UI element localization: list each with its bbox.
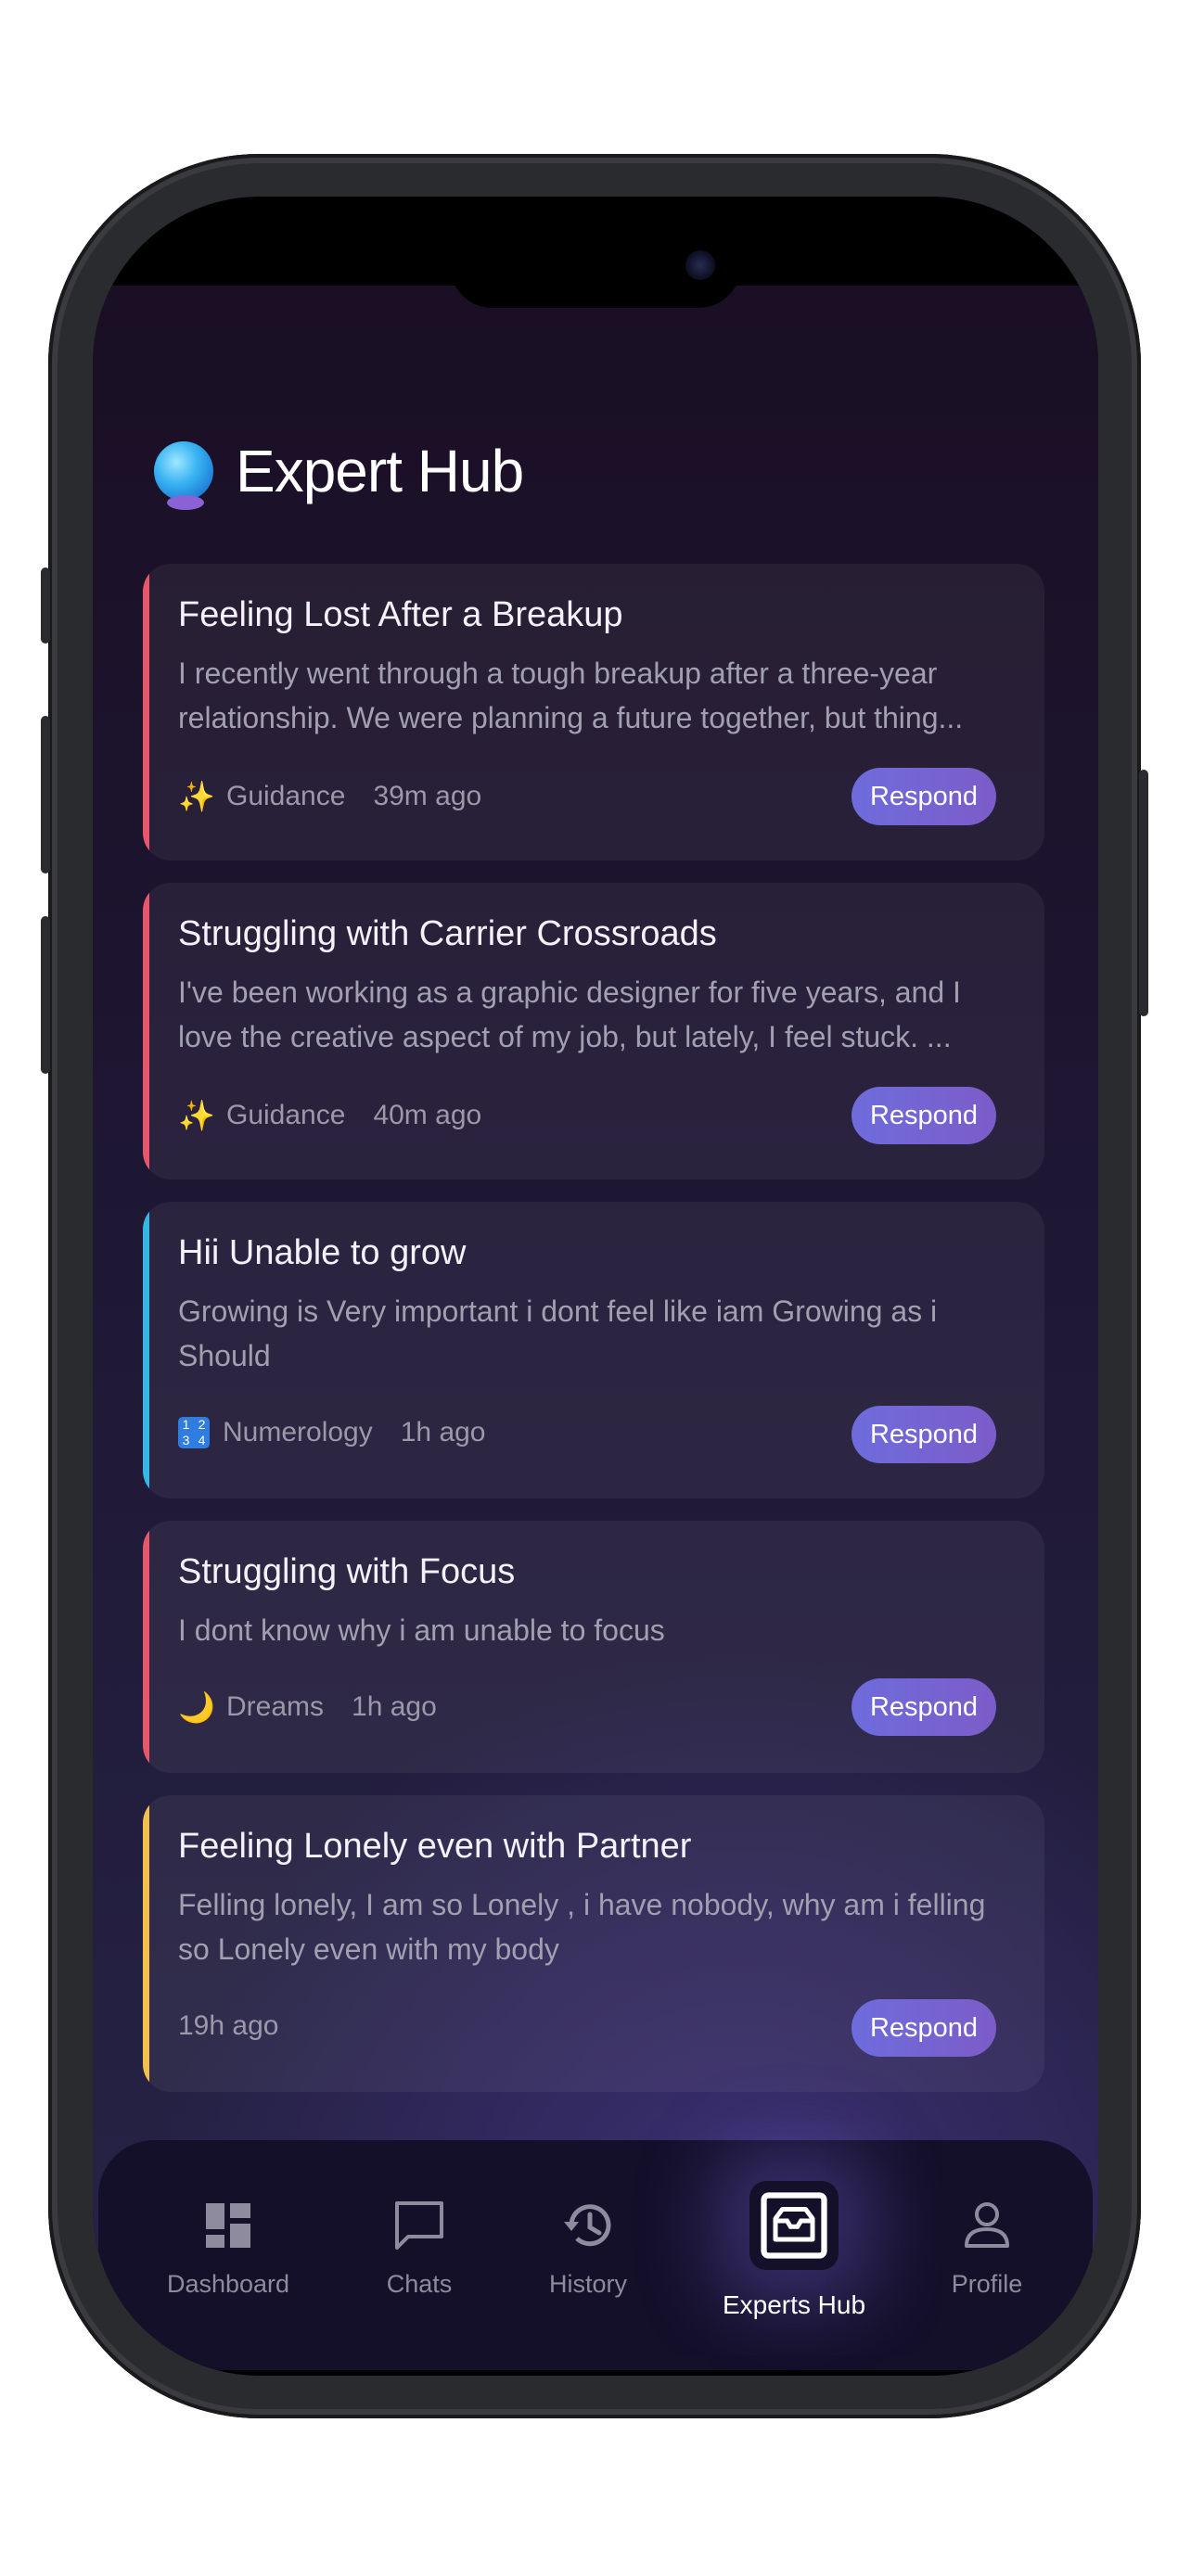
request-card[interactable]: Hii Unable to grow Growing is Very impor…: [143, 1202, 1044, 1498]
category-label: Dreams: [226, 1691, 325, 1722]
request-card[interactable]: Feeling Lonely even with Partner Felling…: [143, 1795, 1044, 2092]
card-meta: 1234 Numerology 1h ago: [178, 1417, 486, 1448]
card-title: Struggling with Focus: [178, 1552, 516, 1591]
card-body: Felling lonely, I am so Lonely , i have …: [178, 1888, 986, 1966]
respond-button[interactable]: Respond: [852, 1406, 996, 1463]
card-title: Struggling with Carrier Crossroads: [178, 914, 717, 953]
tab-chats[interactable]: Chats: [327, 2196, 512, 2299]
tab-label: Experts Hub: [722, 2290, 866, 2319]
volume-down-button: [41, 916, 50, 1074]
front-camera: [685, 250, 715, 280]
time-ago: 19h ago: [178, 2010, 279, 2041]
dashboard-icon: [206, 2203, 250, 2248]
volume-up-button: [41, 716, 50, 874]
expert-hub-screen: Expert Hub Feeling Lost After a Breakup …: [93, 286, 1098, 2370]
bottom-tab-bar: Dashboard Chats History Experts Hub Prof…: [98, 2140, 1093, 2370]
card-title: Feeling Lonely even with Partner: [178, 1827, 692, 1866]
tab-history[interactable]: History: [495, 2196, 681, 2299]
person-icon: [965, 2202, 1009, 2248]
card-meta: 19h ago: [178, 2010, 278, 2042]
respond-button[interactable]: Respond: [852, 768, 996, 825]
tab-label: Chats: [386, 2270, 453, 2298]
card-body: I recently went through a tough breakup …: [178, 657, 964, 734]
request-list[interactable]: Feeling Lost After a Breakup I recently …: [143, 564, 1044, 2140]
tab-dashboard[interactable]: Dashboard: [135, 2196, 321, 2299]
card-title: Feeling Lost After a Breakup: [178, 595, 623, 634]
category-label: Numerology: [223, 1417, 373, 1447]
tab-experts-hub[interactable]: Experts Hub: [701, 2192, 887, 2320]
request-card[interactable]: Struggling with Focus I dont know why i …: [143, 1521, 1044, 1773]
card-meta: ✨ Guidance 39m ago: [178, 779, 481, 814]
card-meta: ✨ Guidance 40m ago: [178, 1098, 481, 1133]
card-title: Hii Unable to grow: [178, 1233, 467, 1272]
tab-label: Profile: [951, 2270, 1023, 2298]
action-button: [41, 567, 50, 644]
card-meta: 🌙 Dreams 1h ago: [178, 1690, 437, 1725]
sparkles-icon: ✨: [178, 1099, 215, 1132]
tab-profile[interactable]: Profile: [894, 2196, 1080, 2299]
time-ago: 40m ago: [373, 1100, 482, 1130]
tab-label: History: [548, 2270, 627, 2298]
dynamic-island: [450, 223, 741, 308]
numbers-icon: 1234: [178, 1417, 210, 1448]
crystal-ball-icon: [154, 441, 213, 510]
respond-button[interactable]: Respond: [852, 1678, 996, 1736]
page-header: Expert Hub: [154, 434, 524, 510]
page-title: Expert Hub: [236, 438, 524, 504]
active-tab-glow: [749, 2181, 839, 2270]
inbox-icon: [761, 2192, 827, 2259]
card-body: Growing is Very important i dont feel li…: [178, 1294, 938, 1372]
respond-button[interactable]: Respond: [852, 1999, 996, 2057]
crescent-moon-icon: 🌙: [178, 1690, 215, 1724]
history-icon: [564, 2204, 611, 2247]
respond-button[interactable]: Respond: [852, 1087, 996, 1144]
tab-label: Dashboard: [166, 2270, 290, 2298]
category-label: Guidance: [226, 1100, 346, 1130]
power-button: [1139, 770, 1148, 1016]
category-label: Guidance: [226, 781, 346, 811]
sparkles-icon: ✨: [178, 780, 215, 813]
request-card[interactable]: Struggling with Carrier Crossroads I've …: [143, 883, 1044, 1180]
time-ago: 1h ago: [352, 1691, 437, 1722]
chat-bubble-icon: [395, 2201, 443, 2250]
request-card[interactable]: Feeling Lost After a Breakup I recently …: [143, 564, 1044, 861]
card-body: I've been working as a graphic designer …: [178, 976, 961, 1053]
time-ago: 39m ago: [373, 781, 482, 811]
card-body: I dont know why i am unable to focus: [178, 1613, 665, 1647]
phone-screen: Expert Hub Feeling Lost After a Breakup …: [93, 197, 1098, 2376]
time-ago: 1h ago: [400, 1417, 486, 1447]
